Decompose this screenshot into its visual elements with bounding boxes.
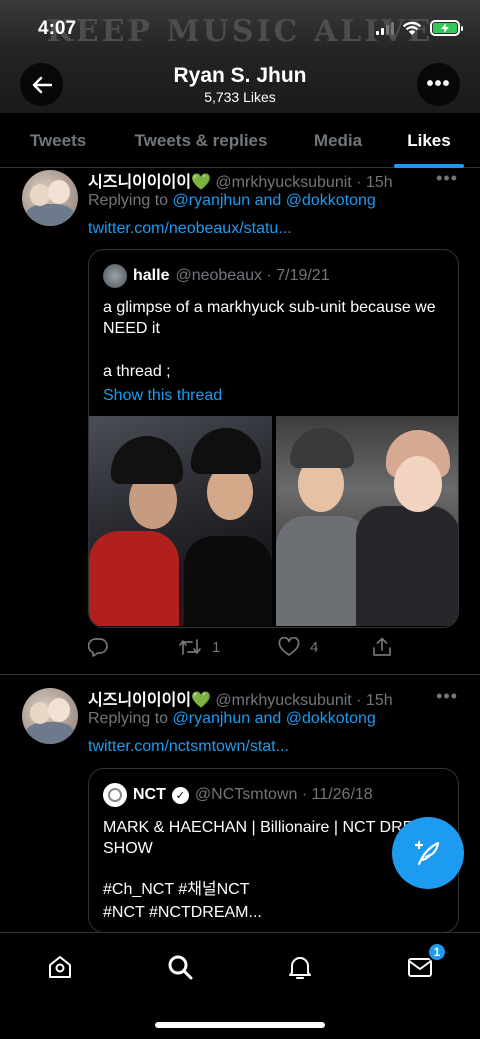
quoted-tweet[interactable]: halle @neobeaux · 7/19/21 a glimpse of a… — [88, 249, 459, 628]
quote-text-thread: a thread ; — [103, 363, 171, 380]
tab-label: Media — [313, 130, 363, 150]
more-icon: ••• — [426, 73, 451, 95]
heart-outline-icon — [278, 637, 300, 656]
nav-messages[interactable]: 1 — [400, 942, 447, 985]
home-indicator[interactable] — [155, 1022, 325, 1028]
tweet[interactable]: 시즈니이이이이💚 @mrkhyucksubunit · 15h ••• Repl… — [0, 168, 480, 673]
retweet-button[interactable]: 1 — [178, 637, 278, 657]
display-name: 시즈니이이이이 — [88, 692, 192, 709]
status-time: 4:07 — [38, 18, 77, 39]
compose-tweet-button[interactable] — [392, 817, 464, 889]
tab-label: Likes — [407, 130, 451, 150]
replying-to: Replying to @ryanjhun and @dokkotong — [88, 710, 376, 728]
replying-to-users[interactable]: @ryanjhun and @dokkotong — [173, 710, 376, 727]
tweet-meta: 시즈니이이이이💚 @mrkhyucksubunit · 15h — [88, 686, 393, 710]
share-icon — [373, 637, 391, 656]
quote-name: halle — [133, 267, 170, 284]
nav-home[interactable] — [40, 949, 80, 985]
like-count: 4 — [310, 638, 319, 656]
share-button[interactable] — [372, 637, 392, 657]
quote-handle: @NCTsmtown · 11/26/18 — [194, 786, 373, 803]
tab-media[interactable]: Media — [286, 113, 390, 168]
tweet[interactable]: 시즈니이이이이💚 @mrkhyucksubunit · 15h ••• Repl… — [0, 686, 480, 933]
messages-badge: 1 — [427, 942, 447, 962]
quote-header: halle @neobeaux · 7/19/21 — [103, 264, 330, 288]
quote-hashtags: #Ch_NCT #채널NCT — [103, 881, 250, 898]
profile-tabs: Tweets Tweets & replies Media Likes — [0, 113, 480, 168]
retweet-icon — [179, 639, 201, 655]
tweet-actions: 1 4 — [88, 637, 418, 657]
nct-logo-icon — [103, 783, 127, 807]
avatar[interactable] — [22, 170, 78, 226]
replying-to-users[interactable]: @ryanjhun and @dokkotong — [173, 192, 376, 209]
quote-image-left[interactable] — [89, 416, 272, 626]
like-button[interactable]: 4 — [278, 637, 372, 657]
home-icon — [49, 956, 71, 978]
handle: @mrkhyucksubunit · 15h — [215, 174, 393, 191]
replying-to: Replying to @ryanjhun and @dokkotong — [88, 192, 376, 210]
profile-likes-count: 5,733 Likes — [204, 89, 276, 105]
nav-search[interactable] — [160, 949, 200, 985]
nav-notifications[interactable] — [280, 949, 320, 985]
avatar[interactable] — [22, 688, 78, 744]
replying-prefix: Replying to — [88, 192, 173, 209]
tab-label: Tweets — [29, 130, 87, 150]
tab-tweets[interactable]: Tweets — [0, 113, 116, 168]
quote-name: NCT — [133, 786, 166, 803]
battery-icon — [430, 20, 463, 36]
quote-text: a glimpse of a markhyuck sub-unit becaus… — [103, 299, 436, 337]
signal-icon — [376, 21, 394, 35]
compose-feather-icon — [414, 840, 440, 866]
handle: @mrkhyucksubunit · 15h — [215, 692, 393, 709]
tweet-meta: 시즈니이이이이💚 @mrkhyucksubunit · 15h — [88, 168, 393, 192]
verified-badge-icon: ✓ — [171, 786, 189, 804]
more-options-button[interactable]: ••• — [417, 63, 460, 106]
tweet-divider — [0, 674, 480, 675]
quote-hashtags-more: #NCT #NCTDREAM... — [103, 904, 262, 921]
reply-icon — [88, 638, 108, 657]
display-name: 시즈니이이이이 — [88, 174, 192, 191]
quote-header: NCT ✓ @NCTsmtown · 11/26/18 — [103, 783, 373, 807]
wifi-icon — [402, 21, 422, 35]
status-icons — [376, 20, 463, 36]
tab-tweets-replies[interactable]: Tweets & replies — [116, 113, 286, 168]
tab-likes[interactable]: Likes — [394, 113, 464, 168]
profile-name: Ryan S. Jhun — [173, 64, 307, 87]
quote-avatar — [103, 264, 127, 288]
quote-handle: @neobeaux · 7/19/21 — [175, 267, 330, 284]
reply-button[interactable] — [88, 637, 178, 657]
tab-label: Tweets & replies — [134, 130, 268, 150]
retweet-count: 1 — [212, 638, 221, 656]
bell-icon — [289, 957, 311, 979]
green-heart-icon: 💚 — [191, 174, 211, 191]
tweet-link[interactable]: twitter.com/neobeaux/statu... — [88, 220, 292, 238]
quote-image-right[interactable] — [276, 416, 458, 626]
show-thread-link[interactable]: Show this thread — [103, 387, 222, 405]
tweet-more-button[interactable]: ••• — [436, 686, 458, 707]
replying-prefix: Replying to — [88, 710, 173, 727]
tweet-more-button[interactable]: ••• — [436, 168, 458, 189]
green-heart-icon: 💚 — [191, 692, 211, 709]
tweet-link[interactable]: twitter.com/nctsmtown/stat... — [88, 738, 289, 756]
search-icon — [168, 955, 193, 980]
